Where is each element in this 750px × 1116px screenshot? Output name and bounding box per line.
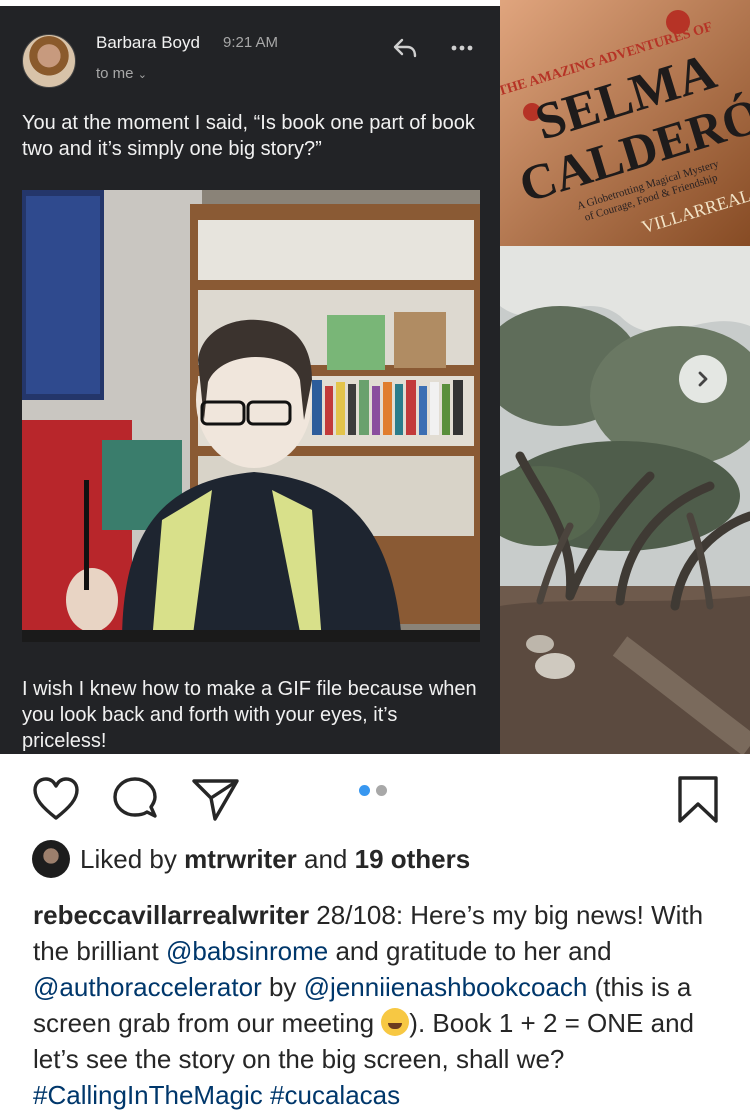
liker-username[interactable]: mtrwriter <box>184 844 297 874</box>
mention-babsinrome[interactable]: @babsinrome <box>166 936 328 966</box>
sender-name: Barbara Boyd <box>96 33 200 52</box>
email-screenshot: Barbara Boyd 9:21 AM to me ⌄ You at the … <box>0 6 500 754</box>
liker-avatar[interactable] <box>32 840 70 878</box>
likes-others-link[interactable]: 19 others <box>355 844 471 874</box>
book-cover-photo: THE AMAZING ADVENTURES OF SELMA CALDERÓN… <box>500 0 750 246</box>
chevron-right-icon <box>698 371 708 387</box>
comment-icon[interactable] <box>111 776 161 822</box>
share-icon[interactable] <box>191 776 241 822</box>
email-time: 9:21 AM <box>223 34 279 51</box>
email-recipient: to me ⌄ <box>96 65 147 82</box>
bookmark-icon[interactable] <box>676 775 720 825</box>
sender-avatar <box>22 34 76 88</box>
page-dot <box>376 785 387 796</box>
hashtag-callinginthemagic[interactable]: #CallingInTheMagic <box>33 1080 263 1110</box>
post-carousel[interactable]: Barbara Boyd 9:21 AM to me ⌄ You at the … <box>0 0 750 754</box>
page-dot-active <box>359 785 370 796</box>
video-call-still <box>22 190 480 642</box>
mention-authoraccelerator[interactable]: @authoraccelerator <box>33 972 262 1002</box>
hashtag-cucalacas[interactable]: #cucalacas <box>270 1080 400 1110</box>
oak-trees-photo <box>500 246 750 754</box>
post-caption: rebeccavillarrealwriter 28/108: Here’s m… <box>33 900 704 1110</box>
heart-icon[interactable] <box>32 776 80 822</box>
email-message-1: You at the moment I said, “Is book one p… <box>22 112 475 160</box>
caption-username[interactable]: rebeccavillarrealwriter <box>33 900 309 930</box>
chevron-down-icon: ⌄ <box>137 69 147 81</box>
more-icon <box>451 45 473 51</box>
next-slide-button[interactable] <box>679 355 727 403</box>
likes-summary[interactable]: Liked by mtrwriter and 19 others <box>80 844 470 875</box>
mention-jennienashbookcoach[interactable]: @jenniienashbookcoach <box>304 972 588 1002</box>
laughing-emoji-icon <box>381 1008 410 1036</box>
reply-icon <box>393 38 417 58</box>
email-message-2: I wish I knew how to make a GIF file bec… <box>22 678 477 752</box>
